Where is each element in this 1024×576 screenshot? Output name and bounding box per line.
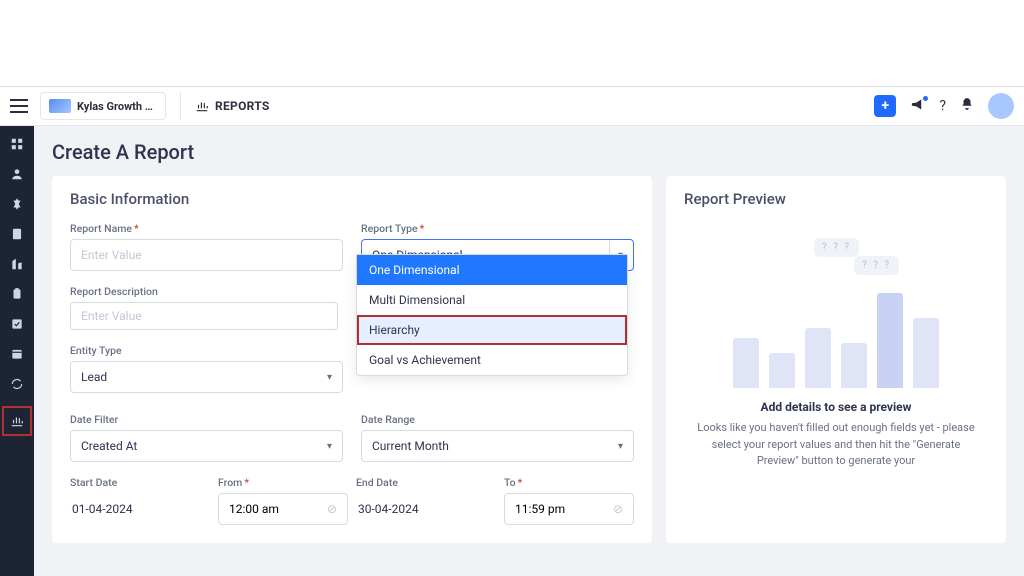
sidebar-deals-icon[interactable] — [9, 196, 25, 212]
top-bar: Kylas Growth E… REPORTS + ? — [0, 86, 1024, 126]
end-date-label: End Date — [356, 476, 496, 489]
preview-empty-text: Looks like you haven't filled out enough… — [684, 420, 988, 470]
date-range-label: Date Range — [361, 413, 634, 426]
sidebar-contact-icon[interactable] — [9, 226, 25, 242]
from-time-field: From* 12:00 am ⊘ — [218, 476, 348, 525]
section-label: REPORTS — [215, 99, 270, 113]
sidebar-reports-active[interactable] — [2, 406, 32, 436]
to-time-input[interactable]: 11:59 pm ⊘ — [504, 493, 634, 525]
report-preview-card: Report Preview ? ? ? ? ? ? Add details t… — [666, 176, 1006, 543]
sidebar-reports-icon — [9, 413, 25, 429]
divider — [180, 92, 181, 120]
page-title: Create A Report — [52, 140, 1006, 164]
date-filter-select[interactable]: Created At ▾ — [70, 430, 343, 462]
start-date-field: Start Date 01-04-2024 — [70, 476, 210, 525]
placeholder-bubble: ? ? ? — [814, 238, 859, 257]
start-date-label: Start Date — [70, 476, 210, 489]
date-filter-value: Created At — [81, 439, 137, 453]
to-time-field: To* 11:59 pm ⊘ — [504, 476, 634, 525]
preview-empty-title: Add details to see a preview — [684, 400, 988, 414]
date-range-select[interactable]: Current Month ▾ — [361, 430, 634, 462]
sidebar-dashboard-icon[interactable] — [9, 136, 25, 152]
report-type-label: Report Type* — [361, 222, 634, 235]
clear-icon[interactable]: ⊘ — [327, 502, 337, 516]
reports-icon — [195, 99, 209, 113]
report-description-input[interactable] — [81, 309, 327, 323]
help-icon[interactable]: ? — [939, 98, 946, 114]
report-type-dropdown: One Dimensional Multi Dimensional Hierar… — [356, 254, 628, 376]
page-body: Create A Report Basic Information Report… — [34, 126, 1024, 576]
workspace-name: Kylas Growth E… — [77, 100, 157, 113]
dropdown-option-multi-dimensional[interactable]: Multi Dimensional — [357, 285, 627, 315]
report-preview-heading: Report Preview — [684, 190, 988, 208]
avatar[interactable] — [988, 93, 1014, 119]
topbar-actions: + ? — [874, 93, 1014, 119]
dropdown-option-one-dimensional[interactable]: One Dimensional — [357, 255, 627, 285]
sidebar-clipboard-icon[interactable] — [9, 286, 25, 302]
from-time-input[interactable]: 12:00 am ⊘ — [218, 493, 348, 525]
date-filter-label: Date Filter — [70, 413, 343, 426]
report-name-label: Report Name* — [70, 222, 343, 235]
basic-info-card: Basic Information Report Name* Report Ty… — [52, 176, 652, 543]
report-name-input[interactable] — [81, 248, 332, 262]
entity-type-field: Entity Type Lead ▾ — [70, 344, 343, 393]
section-title: REPORTS — [195, 99, 270, 113]
end-date-field: End Date 30-04-2024 — [356, 476, 496, 525]
brand-logo — [49, 99, 71, 113]
create-button[interactable]: + — [874, 95, 896, 117]
sidebar-company-icon[interactable] — [9, 256, 25, 272]
sidebar — [0, 126, 34, 576]
placeholder-bubble: ? ? ? — [854, 256, 899, 275]
entity-type-select[interactable]: Lead ▾ — [70, 361, 343, 393]
chevron-down-icon: ▾ — [327, 372, 332, 383]
report-name-input-wrap[interactable] — [70, 239, 343, 271]
sidebar-sync-icon[interactable] — [9, 376, 25, 392]
date-range-field: Date Range Current Month ▾ — [361, 413, 634, 462]
report-description-input-wrap[interactable] — [70, 302, 338, 330]
entity-type-value: Lead — [81, 370, 107, 384]
sidebar-user-icon[interactable] — [9, 166, 25, 182]
sidebar-tasks-icon[interactable] — [9, 316, 25, 332]
from-label: From* — [218, 476, 348, 489]
date-filter-field: Date Filter Created At ▾ — [70, 413, 343, 462]
basic-info-heading: Basic Information — [70, 190, 634, 208]
notifications-icon[interactable] — [960, 97, 974, 115]
date-range-value: Current Month — [372, 439, 449, 453]
entity-type-label: Entity Type — [70, 344, 343, 357]
chevron-down-icon: ▾ — [618, 441, 623, 452]
chevron-down-icon: ▾ — [327, 441, 332, 452]
start-date-value: 01-04-2024 — [70, 493, 210, 525]
to-label: To* — [504, 476, 634, 489]
clear-icon[interactable]: ⊘ — [613, 502, 623, 516]
preview-illustration: ? ? ? ? ? ? — [684, 228, 988, 388]
dropdown-option-goal-vs-achievement[interactable]: Goal vs Achievement — [357, 345, 627, 375]
sidebar-calendar-icon[interactable] — [9, 346, 25, 362]
announcements-icon[interactable] — [910, 97, 925, 116]
to-time-value: 11:59 pm — [515, 502, 565, 516]
report-name-field: Report Name* — [70, 222, 343, 271]
workspace-chip[interactable]: Kylas Growth E… — [40, 92, 166, 120]
dropdown-option-hierarchy[interactable]: Hierarchy — [357, 315, 627, 345]
end-date-value: 30-04-2024 — [356, 493, 496, 525]
menu-toggle-icon[interactable] — [10, 99, 28, 113]
from-time-value: 12:00 am — [229, 502, 279, 516]
